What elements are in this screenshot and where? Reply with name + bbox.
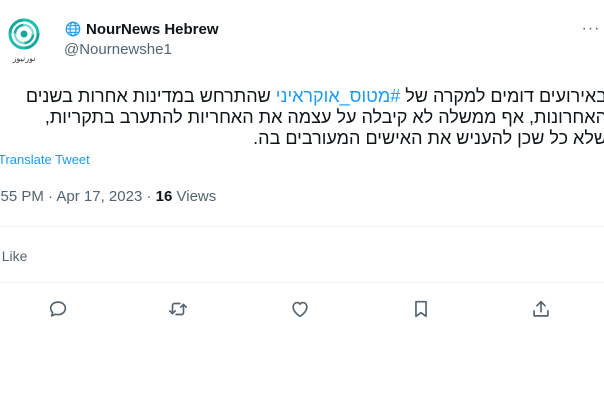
like-button[interactable] xyxy=(289,298,311,320)
nournews-logo: نورنیوز xyxy=(8,18,40,63)
reply-button[interactable] xyxy=(47,298,69,320)
tweet-text-segment: שהתרחש במדינות אחרות בשנים xyxy=(25,86,276,106)
author-handle[interactable]: @Nournewshe1 xyxy=(64,41,172,58)
tweet-time[interactable]: 7:55 PM xyxy=(0,188,44,205)
hashtag-link[interactable]: #מטוס_אוקראיני xyxy=(276,86,401,106)
meta-separator: · xyxy=(146,188,152,205)
tweet-text-line-3: שלא כל שכן להעניש את האישים המעורבים בה. xyxy=(253,128,604,148)
tweet-text-segment: באירועים דומים למקרה של xyxy=(400,86,604,106)
heart-icon xyxy=(292,301,308,318)
tweet-date[interactable]: Apr 17, 2023 xyxy=(56,188,142,205)
share-button[interactable] xyxy=(530,298,552,320)
meta-separator: · xyxy=(48,188,54,205)
divider xyxy=(0,282,604,283)
author-name[interactable]: NourNews Hebrew xyxy=(64,20,219,38)
views-label: Views xyxy=(176,188,217,205)
retweet-icon xyxy=(168,302,188,316)
share-icon xyxy=(533,300,549,317)
avatar[interactable]: نورنیوز xyxy=(4,12,48,64)
retweet-button[interactable] xyxy=(167,298,189,320)
tweet-text-line-2: האחרונות, אף ממשלה לא קיבלה על עצמה את ה… xyxy=(44,107,604,127)
bookmark-button[interactable] xyxy=(410,298,432,320)
tweet-text: באירועים דומים למקרה של #מטוס_אוקראיני ש… xyxy=(0,86,604,149)
globe-icon xyxy=(65,21,81,37)
views-count: 16 xyxy=(155,188,173,205)
tweet-text-line-1: באירועים דומים למקרה של #מטוס_אוקראיני ש… xyxy=(0,86,604,107)
author-name-label: NourNews Hebrew xyxy=(86,20,219,38)
translate-tweet-link[interactable]: Translate Tweet xyxy=(0,152,90,167)
avatar-caption: نورنیوز xyxy=(12,54,36,63)
likes-count-link[interactable]: 1 Like xyxy=(0,248,28,264)
tweet-meta: 7:55 PM · Apr 17, 2023 · 16 Views xyxy=(0,188,216,205)
bookmark-icon xyxy=(415,300,427,318)
reply-icon xyxy=(49,301,67,317)
more-options-button[interactable]: ··· xyxy=(580,20,602,38)
likes-label: Like xyxy=(1,248,28,264)
divider xyxy=(0,226,604,227)
